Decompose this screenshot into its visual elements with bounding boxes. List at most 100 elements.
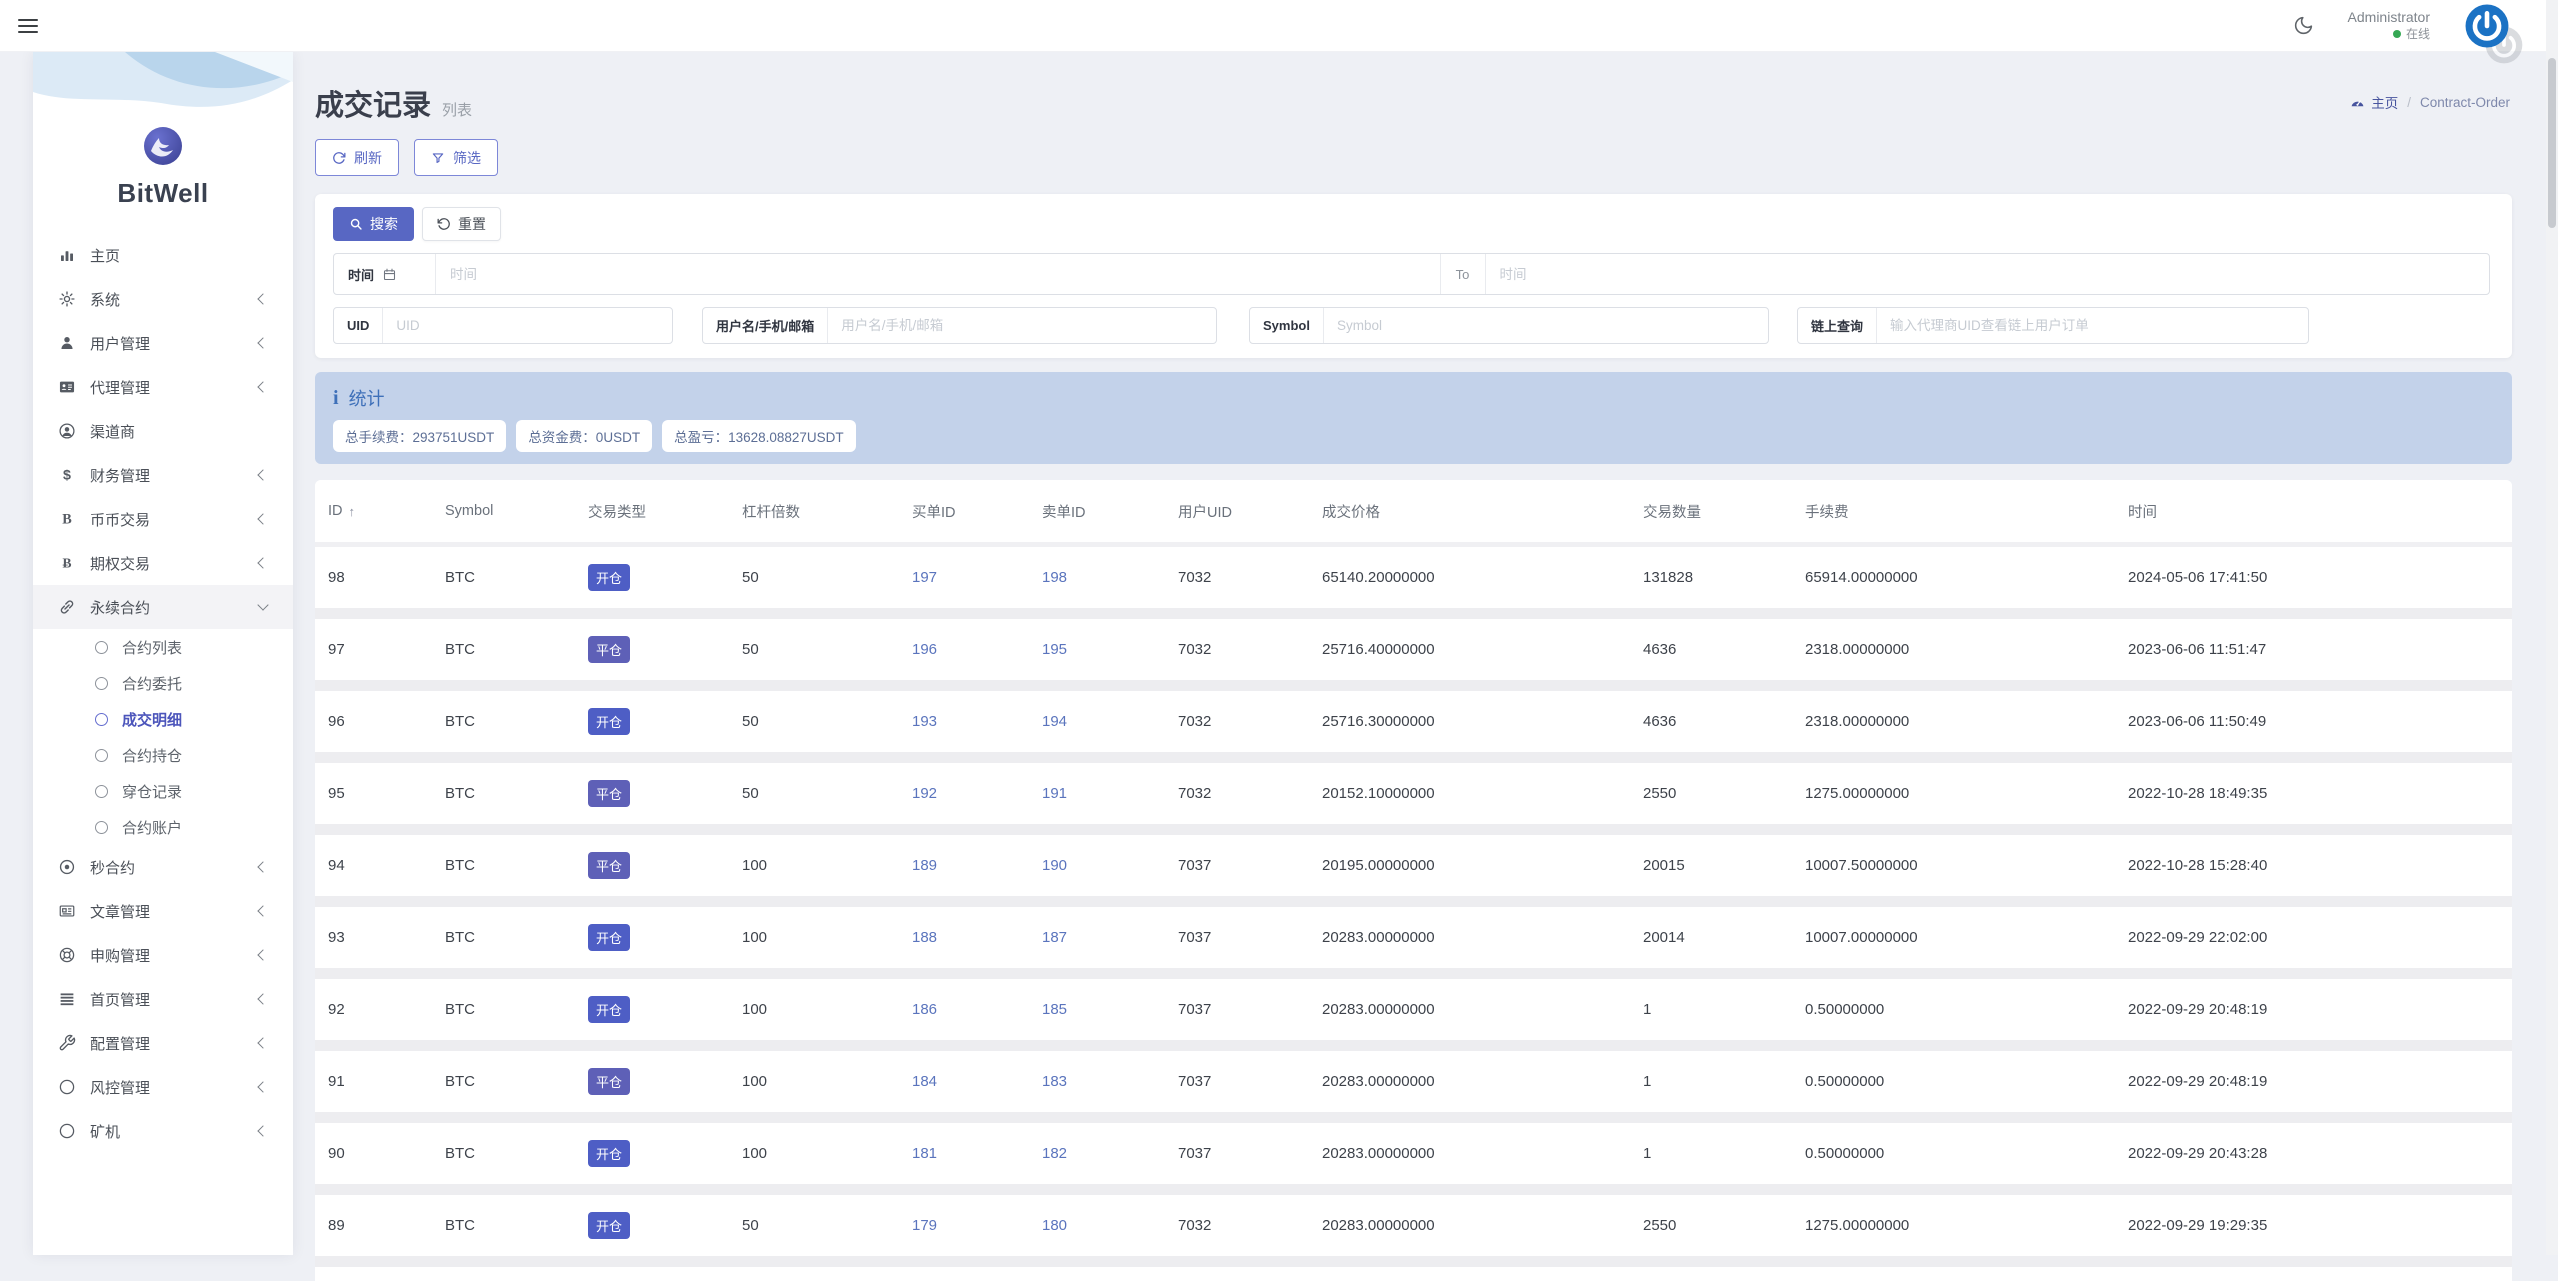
symbol-input[interactable] bbox=[1324, 308, 1768, 343]
circle-icon bbox=[57, 1121, 77, 1141]
sidebar-item-home[interactable]: 主页 bbox=[33, 233, 293, 277]
buy-order-link[interactable]: 179 bbox=[912, 1217, 937, 1234]
reset-button[interactable]: 重置 bbox=[422, 207, 501, 241]
buy-order-link[interactable]: 186 bbox=[912, 1001, 937, 1018]
sort-asc-icon: ↑ bbox=[349, 504, 356, 519]
svg-text:$: $ bbox=[63, 468, 71, 484]
sell-order-link[interactable]: 183 bbox=[1042, 1073, 1067, 1090]
cell-price: 25716.40000000 bbox=[1322, 641, 1643, 658]
sell-order-link[interactable]: 180 bbox=[1042, 1217, 1067, 1234]
refresh-button[interactable]: 刷新 bbox=[315, 139, 399, 176]
sell-order-link[interactable]: 198 bbox=[1042, 569, 1067, 586]
cell-id: 93 bbox=[328, 929, 445, 946]
cell-fee: 65914.00000000 bbox=[1805, 569, 2128, 586]
sidebar-item-spot-trade[interactable]: B币币交易 bbox=[33, 497, 293, 541]
trade-type-badge: 平仓 bbox=[588, 780, 630, 807]
sidebar-item-channels[interactable]: 渠道商 bbox=[33, 409, 293, 453]
col-id[interactable]: ID ↑ bbox=[328, 503, 445, 519]
cell-id: 96 bbox=[328, 713, 445, 730]
sidebar-subitem-contract-positions[interactable]: 合约持仓 bbox=[33, 737, 293, 773]
cell-amount: 131828 bbox=[1643, 569, 1805, 586]
buy-order-link[interactable]: 196 bbox=[912, 641, 937, 658]
table-row: 98 BTC 开仓 50 197 198 7032 65140.20000000… bbox=[315, 547, 2512, 619]
buy-order-link[interactable]: 193 bbox=[912, 713, 937, 730]
sidebar-item-label: 秒合约 bbox=[90, 857, 259, 878]
dark-mode-toggle-icon[interactable] bbox=[2293, 15, 2314, 36]
buy-order-link[interactable]: 192 bbox=[912, 785, 937, 802]
cell-time: 2024-05-06 17:41:50 bbox=[2128, 569, 2512, 586]
brand-name: BitWell bbox=[33, 178, 293, 209]
sidebar-item-perpetual[interactable]: 永续合约 bbox=[33, 585, 293, 629]
chevron-left-icon bbox=[257, 949, 268, 960]
search-button[interactable]: 搜索 bbox=[333, 207, 414, 241]
sidebar-item-options-trade[interactable]: Ƀ期权交易 bbox=[33, 541, 293, 585]
sidebar-item-label: 文章管理 bbox=[90, 901, 259, 922]
buy-order-link[interactable]: 181 bbox=[912, 1145, 937, 1162]
sell-order-link[interactable]: 190 bbox=[1042, 857, 1067, 874]
uid-input[interactable] bbox=[383, 308, 672, 343]
sidebar-item-label: 矿机 bbox=[90, 1121, 259, 1142]
sidebar-item-subscriptions[interactable]: 申购管理 bbox=[33, 933, 293, 977]
sidebar-item-config[interactable]: 配置管理 bbox=[33, 1021, 293, 1065]
col-fee: 手续费 bbox=[1805, 501, 2128, 522]
circle-icon bbox=[57, 1077, 77, 1097]
radio-icon bbox=[95, 821, 108, 834]
chevron-left-icon bbox=[257, 905, 268, 916]
admin-menu[interactable]: Administrator 在线 bbox=[2348, 9, 2430, 42]
table-row: 97 BTC 平仓 50 196 195 7032 25716.40000000… bbox=[315, 619, 2512, 691]
total-funding-badge: 总资金费：0USDT bbox=[516, 420, 652, 452]
time-from-input[interactable] bbox=[436, 254, 1440, 294]
sell-order-link[interactable]: 182 bbox=[1042, 1145, 1067, 1162]
trade-type-badge: 开仓 bbox=[588, 924, 630, 951]
trade-type-badge: 开仓 bbox=[588, 1140, 630, 1167]
undo-icon bbox=[437, 217, 451, 231]
sell-order-link[interactable]: 195 bbox=[1042, 641, 1067, 658]
sell-order-link[interactable]: 191 bbox=[1042, 785, 1067, 802]
username-label: 用户名/手机/邮箱 bbox=[703, 308, 828, 343]
cell-symbol: BTC bbox=[445, 641, 588, 658]
cell-fee: 0.50000000 bbox=[1805, 1145, 2128, 1162]
sidebar-item-label: 渠道商 bbox=[90, 421, 267, 442]
sidebar-item-articles[interactable]: 文章管理 bbox=[33, 889, 293, 933]
sidebar-item-risk-control[interactable]: 风控管理 bbox=[33, 1065, 293, 1109]
user-circle-icon bbox=[57, 421, 77, 441]
sidebar-item-users[interactable]: 用户管理 bbox=[33, 321, 293, 365]
cell-user-uid: 7032 bbox=[1178, 641, 1322, 658]
sell-order-link[interactable]: 185 bbox=[1042, 1001, 1067, 1018]
sidebar-item-agents[interactable]: 代理管理 bbox=[33, 365, 293, 409]
sidebar-item-miner[interactable]: 矿机 bbox=[33, 1109, 293, 1153]
col-price: 成交价格 bbox=[1322, 501, 1643, 522]
buy-order-link[interactable]: 188 bbox=[912, 929, 937, 946]
buy-order-link[interactable]: 189 bbox=[912, 857, 937, 874]
sidebar-subitem-contract-accounts[interactable]: 合约账户 bbox=[33, 809, 293, 845]
sell-order-link[interactable]: 194 bbox=[1042, 713, 1067, 730]
sidebar-item-system[interactable]: 系统 bbox=[33, 277, 293, 321]
sidebar-item-finance[interactable]: $财务管理 bbox=[33, 453, 293, 497]
avatar[interactable] bbox=[2464, 3, 2510, 49]
menu-toggle-icon[interactable] bbox=[18, 19, 38, 33]
uid-label: UID bbox=[334, 308, 383, 343]
cell-fee: 1275.00000000 bbox=[1805, 785, 2128, 802]
table-row: 96 BTC 开仓 50 193 194 7032 25716.30000000… bbox=[315, 691, 2512, 763]
scrollbar-thumb[interactable] bbox=[2548, 58, 2556, 228]
table-row: 90 BTC 开仓 100 181 182 7037 20283.0000000… bbox=[315, 1123, 2512, 1195]
sidebar-subitem-trade-details[interactable]: 成交明细 bbox=[33, 701, 293, 737]
chain-query-input[interactable] bbox=[1877, 308, 2308, 343]
time-to-input[interactable] bbox=[1486, 254, 2490, 294]
sidebar-subitem-label: 合约持仓 bbox=[122, 745, 182, 766]
sidebar-item-homepage[interactable]: 首页管理 bbox=[33, 977, 293, 1021]
radio-icon bbox=[95, 677, 108, 690]
breadcrumb-home-link[interactable]: 主页 bbox=[2350, 92, 2398, 112]
cell-fee: 0.50000000 bbox=[1805, 1001, 2128, 1018]
buy-order-link[interactable]: 197 bbox=[912, 569, 937, 586]
chevron-left-icon bbox=[257, 513, 268, 524]
trade-type-badge: 平仓 bbox=[588, 636, 630, 663]
sidebar-subitem-liquidation-records[interactable]: 穿仓记录 bbox=[33, 773, 293, 809]
sidebar-item-seconds-contract[interactable]: 秒合约 bbox=[33, 845, 293, 889]
sidebar-subitem-contract-orders[interactable]: 合约委托 bbox=[33, 665, 293, 701]
username-input[interactable] bbox=[828, 308, 1216, 343]
sidebar-subitem-contract-list[interactable]: 合约列表 bbox=[33, 629, 293, 665]
sell-order-link[interactable]: 187 bbox=[1042, 929, 1067, 946]
buy-order-link[interactable]: 184 bbox=[912, 1073, 937, 1090]
filter-button[interactable]: 筛选 bbox=[414, 139, 498, 176]
